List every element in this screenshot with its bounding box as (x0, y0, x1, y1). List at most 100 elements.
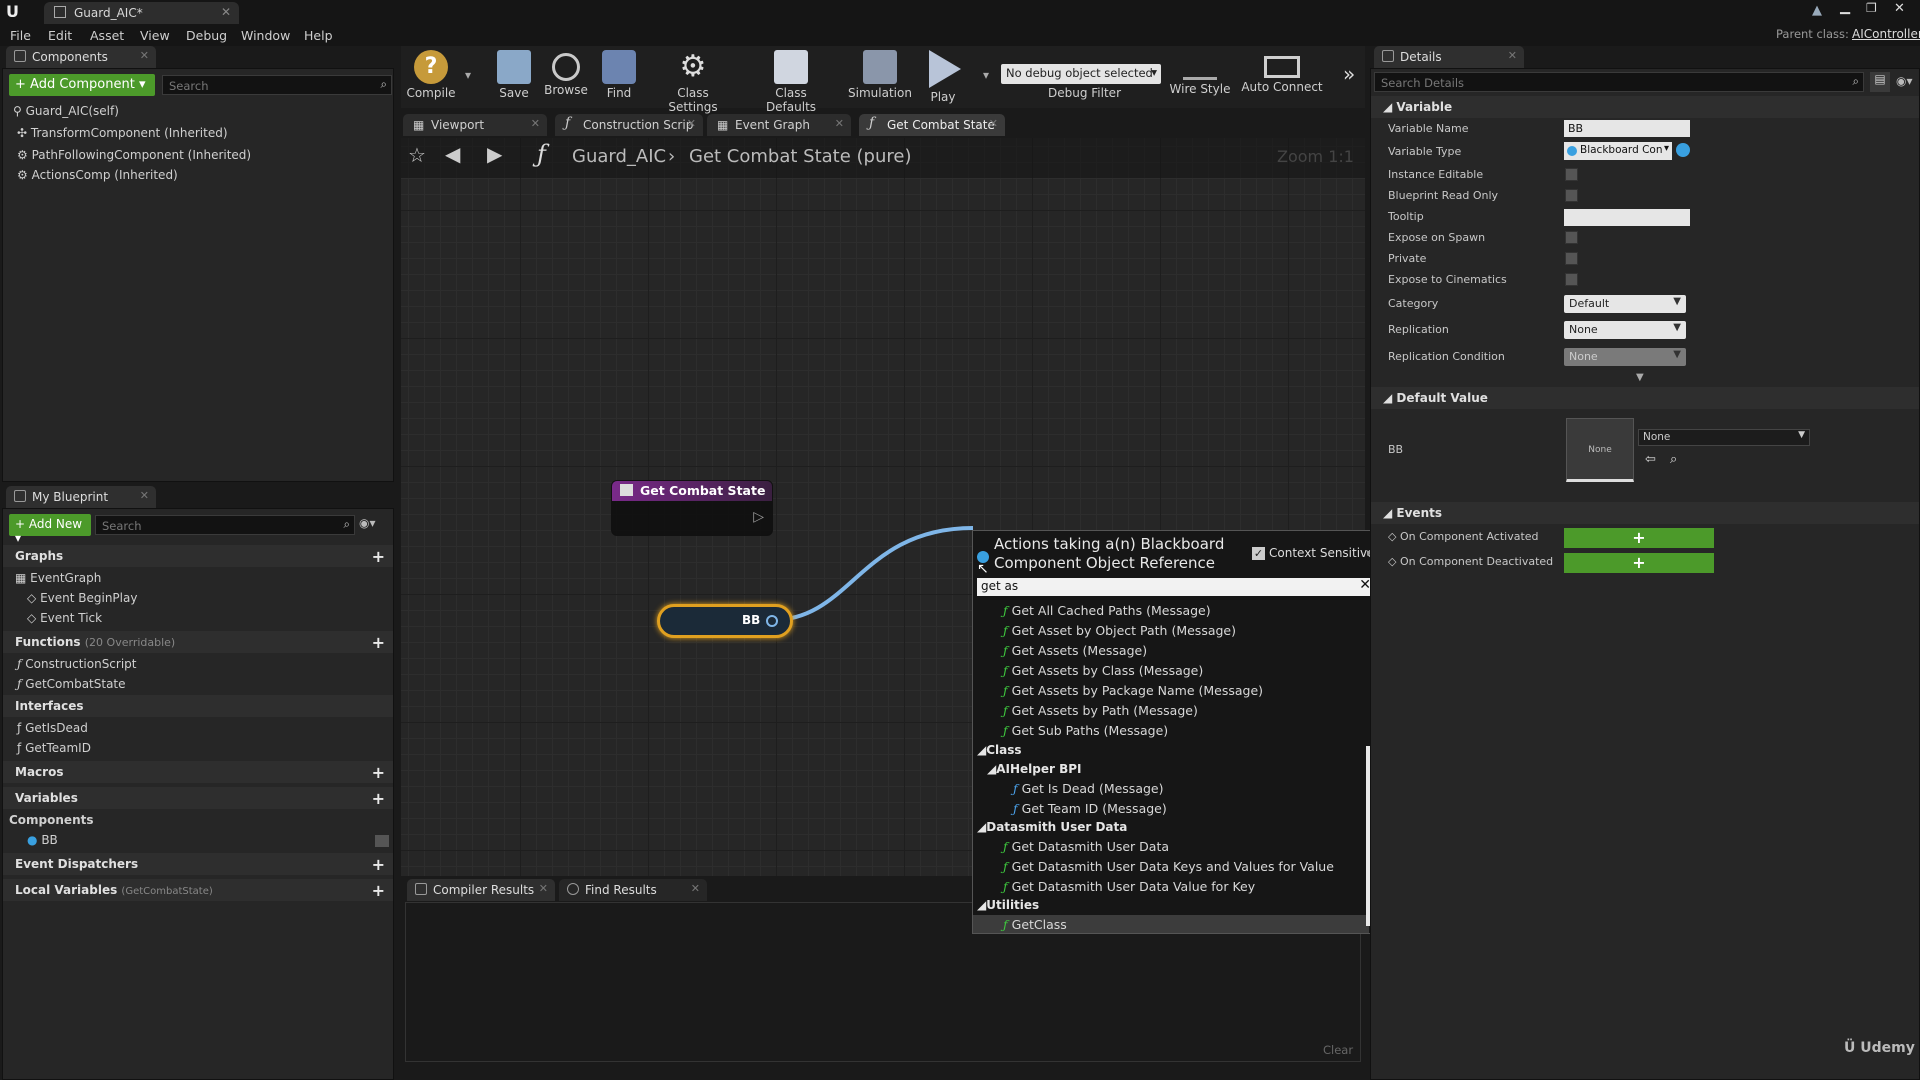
component-self[interactable]: ⚲ Guard_AIC(self) (13, 104, 119, 118)
play-button[interactable]: Play (921, 46, 965, 108)
menu-window[interactable]: Window (241, 28, 290, 43)
class-defaults-button[interactable]: Class Defaults (749, 46, 833, 114)
close-tab-icon[interactable]: ✕ (989, 117, 998, 130)
menu-view[interactable]: View (140, 28, 170, 43)
wire-style-button[interactable]: Wire Style (1169, 46, 1231, 108)
add-component-button[interactable]: + Add Component ▾ (9, 74, 155, 96)
action-search-input[interactable]: get as ✕ (977, 577, 1375, 596)
restore-button[interactable]: ❐ (1866, 1, 1877, 15)
action-item-selected[interactable]: ƒ GetClass (973, 915, 1369, 933)
simulation-button[interactable]: Simulation (847, 46, 913, 108)
class-settings-button[interactable]: ⚙ Class Settings (651, 46, 735, 115)
bb-variable-node[interactable]: BB (657, 604, 793, 638)
replication-condition-select[interactable]: None ▼ (1564, 348, 1686, 366)
action-category-class[interactable]: ◢Class (977, 743, 1022, 757)
save-button[interactable]: Save (491, 46, 537, 108)
compile-button[interactable]: ? Compile (405, 46, 457, 108)
close-details-tab-icon[interactable]: ✕ (1508, 49, 1517, 62)
debug-object-select[interactable]: No debug object selected ▾ (1001, 64, 1161, 84)
event-graph-item[interactable]: ▦ EventGraph (15, 571, 101, 585)
details-search-input[interactable]: Search Details ⌕ (1374, 72, 1864, 92)
close-tab-icon[interactable]: ✕ (531, 117, 540, 130)
menu-help[interactable]: Help (304, 28, 333, 43)
close-tab-icon[interactable]: ✕ (691, 882, 700, 895)
browse-asset-icon[interactable]: ⌕ (1670, 452, 1677, 467)
add-new-button[interactable]: + Add New ▾ (9, 514, 91, 545)
function-getcombatstate[interactable]: ƒ GetCombatState (17, 677, 126, 691)
advanced-expand-icon[interactable]: ▼ (1636, 372, 1644, 383)
event-tick-item[interactable]: ◇ Event Tick (27, 611, 102, 625)
menu-file[interactable]: File (10, 28, 31, 43)
component-transform[interactable]: ✣ TransformComponent (Inherited) (17, 126, 228, 140)
expose-cinematics-checkbox[interactable] (1565, 273, 1578, 286)
asset-picker-select[interactable]: None ▼ (1638, 429, 1810, 446)
find-button[interactable]: Find (597, 46, 641, 108)
eye-icon[interactable]: ◉▾ (359, 516, 376, 530)
events-section[interactable]: ◢ Events (1371, 502, 1919, 524)
interface-getteamid[interactable]: ƒ GetTeamID (17, 741, 91, 755)
close-tab-icon[interactable]: ✕ (539, 882, 548, 895)
property-matrix-icon[interactable]: ▤ (1870, 72, 1890, 92)
action-item[interactable]: ƒ Get Datasmith User Data Keys and Values… (973, 857, 1369, 877)
interfaces-category[interactable]: Interfaces (3, 695, 393, 717)
add-on-activated-button[interactable]: + (1564, 528, 1714, 548)
tab-event-graph[interactable]: ▦ Event Graph ✕ (707, 114, 851, 136)
expose-on-spawn-checkbox[interactable] (1565, 231, 1578, 244)
action-category-aihelper[interactable]: ◢AIHelper BPI (987, 762, 1082, 776)
action-item[interactable]: ƒ Get Assets by Package Name (Message) (973, 681, 1369, 701)
bp-read-only-checkbox[interactable] (1565, 189, 1578, 202)
component-pathfollowing[interactable]: ⚙ PathFollowingComponent (Inherited) (17, 148, 251, 162)
close-tab-icon[interactable]: ✕ (687, 117, 696, 130)
add-dispatcher-icon[interactable]: + (372, 855, 385, 874)
action-item[interactable]: ƒ Get Datasmith User Data (973, 837, 1369, 857)
action-item[interactable]: ƒ Get Asset by Object Path (Message) (973, 621, 1369, 641)
compile-options-icon[interactable]: ▾ (463, 68, 473, 82)
parent-class-link[interactable]: AIController (1852, 27, 1920, 41)
visibility-toggle[interactable] (375, 835, 389, 847)
my-blueprint-tab[interactable]: My Blueprint ✕ (6, 486, 156, 508)
event-dispatchers-category[interactable]: Event Dispatchers + (3, 853, 393, 875)
action-category-utilities[interactable]: ◢Utilities (977, 898, 1039, 912)
private-checkbox[interactable] (1565, 252, 1578, 265)
functions-category[interactable]: Functions (20 Overridable) + (3, 631, 393, 653)
replication-select[interactable]: None ▼ (1564, 321, 1686, 339)
event-beginplay-item[interactable]: ◇ Event BeginPlay (27, 591, 137, 605)
minimize-button[interactable]: ▁ (1840, 0, 1850, 15)
add-graph-icon[interactable]: + (372, 547, 385, 566)
context-sensitive-checkbox[interactable]: ✓ (1252, 547, 1265, 560)
component-actions[interactable]: ⚙ ActionsComp (Inherited) (17, 168, 178, 182)
clear-button[interactable]: Clear (1323, 1043, 1353, 1057)
graphs-category[interactable]: Graphs + (3, 545, 393, 567)
tab-find-results[interactable]: Find Results ✕ (559, 879, 707, 901)
output-pin-icon[interactable] (766, 615, 778, 627)
add-function-icon[interactable]: + (372, 633, 385, 652)
auto-connect-button[interactable]: Auto Connect (1239, 46, 1325, 108)
my-blueprint-search-input[interactable]: Search ⌕ (95, 515, 355, 535)
details-tab[interactable]: Details ✕ (1374, 46, 1524, 68)
browse-button[interactable]: Browse (541, 46, 591, 108)
menu-edit[interactable]: Edit (48, 28, 72, 43)
interface-getisdead[interactable]: ƒ GetIsDead (17, 721, 88, 735)
document-tab[interactable]: Guard_AIC* ✕ (44, 2, 239, 24)
add-local-variable-icon[interactable]: + (372, 881, 385, 900)
tab-get-combat-state[interactable]: ƒ Get Combat State ✕ (859, 114, 1005, 136)
add-macro-icon[interactable]: + (372, 763, 385, 782)
action-category-datasmith[interactable]: ◢Datasmith User Data (977, 820, 1127, 834)
action-item[interactable]: ƒ Get Assets (Message) (973, 641, 1369, 661)
variable-section[interactable]: ◢ Variable (1371, 96, 1919, 118)
variable-name-input[interactable]: BB (1564, 120, 1690, 137)
menu-debug[interactable]: Debug (186, 28, 227, 43)
components-subcategory[interactable]: Components (9, 813, 94, 827)
close-tab-icon[interactable]: ✕ (835, 117, 844, 130)
menu-asset[interactable]: Asset (90, 28, 124, 43)
graduation-cap-icon[interactable]: ▲ (1812, 3, 1822, 18)
action-item[interactable]: ƒ Get Assets by Path (Message) (973, 701, 1369, 721)
tab-compiler-results[interactable]: Compiler Results ✕ (407, 879, 555, 901)
eye-icon[interactable]: ◉▾ (1896, 74, 1913, 88)
variable-bb[interactable]: ● BB (27, 833, 58, 847)
tab-construction-script[interactable]: ƒ Construction Scrip ✕ (555, 114, 703, 136)
more-tools-icon[interactable]: » (1343, 62, 1355, 86)
action-item[interactable]: ƒ Get Team ID (Message) (973, 799, 1369, 819)
close-window-button[interactable]: ✕ (1894, 1, 1905, 16)
instance-editable-checkbox[interactable] (1565, 168, 1578, 181)
